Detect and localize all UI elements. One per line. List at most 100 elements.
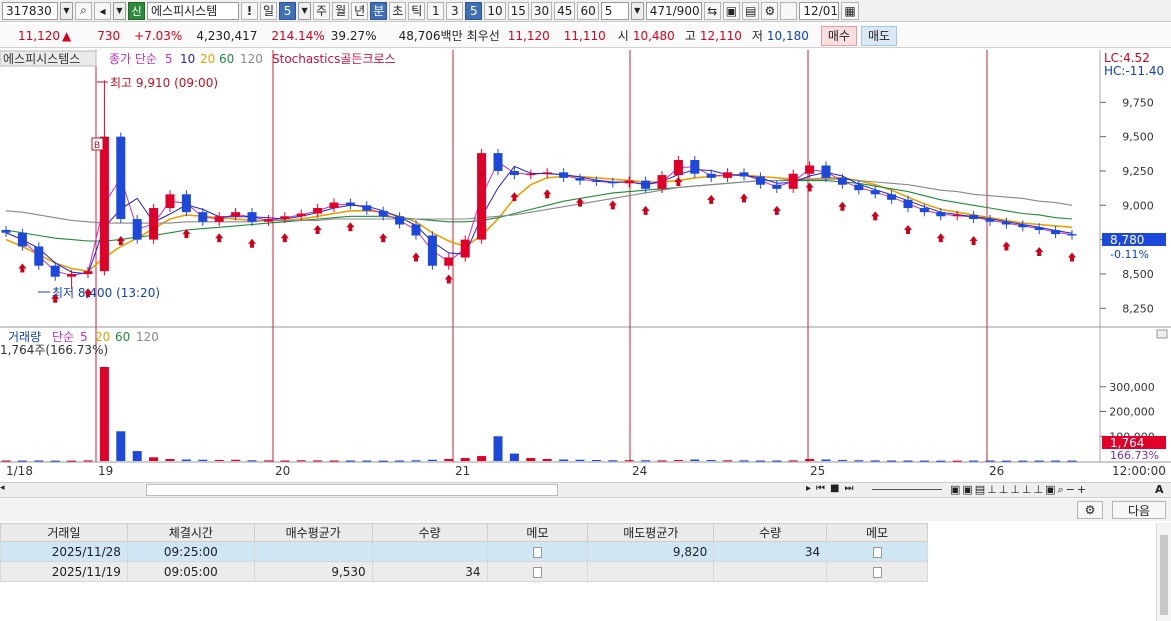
- col-buy-memo[interactable]: 메모: [486, 523, 589, 542]
- stock-name-field[interactable]: 에스피시스템: [147, 1, 239, 20]
- interval-1-button[interactable]: 1: [427, 1, 445, 20]
- up-arrow-icon: ▲: [62, 28, 72, 43]
- candle-body: [1, 230, 11, 233]
- candle-body: [395, 216, 405, 225]
- low-annotation: 최저 8,400 (13:20): [52, 286, 160, 300]
- scrollbar-thumb[interactable]: [146, 484, 558, 496]
- candle-body: [887, 194, 897, 200]
- current-change-label: -0.11%: [1110, 248, 1149, 261]
- period-month-button[interactable]: 월: [332, 1, 350, 20]
- alert-button[interactable]: !: [241, 1, 258, 20]
- candle-body: [1001, 221, 1011, 225]
- volume-bar: [903, 460, 913, 462]
- buy-button[interactable]: 매수: [820, 25, 857, 46]
- table-toolbar: ⚙ 다음: [0, 499, 1171, 521]
- stock-code-input[interactable]: 317830: [2, 1, 58, 20]
- table-scroll-thumb[interactable]: [1160, 535, 1168, 615]
- period-num-button[interactable]: 5: [279, 1, 297, 20]
- candle-body: [280, 216, 290, 220]
- col-buy-avg[interactable]: 매수평균가: [253, 523, 373, 542]
- interval-30-button[interactable]: 30: [530, 1, 553, 20]
- calendar-button[interactable]: ▦: [841, 1, 859, 20]
- compare-button[interactable]: ⇆: [703, 1, 721, 20]
- interval-60-button[interactable]: 60: [577, 1, 599, 20]
- x-tick-label: 21: [455, 464, 470, 478]
- period-minute-button[interactable]: 분: [370, 1, 388, 20]
- cell-sell-memo[interactable]: [826, 561, 928, 582]
- window-button[interactable]: ▣: [722, 1, 741, 20]
- scroll-left-icon[interactable]: ◂: [0, 483, 5, 493]
- volume-ratio-label: 166.73%: [1110, 449, 1159, 462]
- period-week-button[interactable]: 주: [313, 1, 331, 20]
- chart-scrollbar[interactable]: ◂ ▸⏮■⏭ ▣▣▤⊥⊥⊥⊥⊥▣⌕−+ A: [0, 482, 1171, 498]
- date-checkbox[interactable]: [780, 1, 798, 20]
- x-tick-label: 20: [275, 464, 290, 478]
- volume-bar: [641, 460, 651, 462]
- date-input[interactable]: 12/01: [799, 1, 840, 20]
- col-trade-date[interactable]: 거래일: [0, 523, 128, 542]
- settings-button[interactable]: ⚙: [761, 1, 779, 20]
- interval-45-button[interactable]: 45: [554, 1, 576, 20]
- save-button[interactable]: ▤: [742, 1, 760, 20]
- price-chart[interactable]: 9,7509,5009,2509,0008,7508,5008,250300,0…: [0, 50, 1171, 480]
- table-row[interactable]: 2025/11/28 09:25:00 9,820 34: [0, 541, 928, 562]
- interval-15-button[interactable]: 15: [507, 1, 529, 20]
- period-dropdown-button[interactable]: ▼: [298, 1, 312, 20]
- interval-5-button[interactable]: 5: [465, 1, 483, 20]
- candle-body: [723, 172, 733, 178]
- speaker-button[interactable]: ◂: [94, 1, 111, 20]
- text-tool-icon[interactable]: A: [1155, 483, 1164, 496]
- sell-button[interactable]: 매도: [861, 25, 898, 46]
- candle-body: [575, 177, 585, 181]
- period-tick-button[interactable]: 틱: [408, 1, 426, 20]
- interval-3-button[interactable]: 3: [446, 1, 464, 20]
- table-row[interactable]: 2025/11/19 09:05:00 9,530 34: [0, 561, 928, 582]
- cell-buy-memo[interactable]: [486, 561, 589, 582]
- memo-edit-icon[interactable]: [872, 546, 882, 558]
- candle-body: [542, 172, 552, 174]
- period-year-button[interactable]: 년: [351, 1, 369, 20]
- playback-controls[interactable]: ▸⏮■⏭: [806, 483, 858, 494]
- period-second-button[interactable]: 초: [389, 1, 407, 20]
- count-input[interactable]: 5: [600, 1, 629, 20]
- volume-bar: [723, 460, 733, 462]
- chart-area[interactable]: 9,7509,5009,2509,0008,7508,5008,250300,0…: [0, 50, 1171, 480]
- volume-bar: [34, 460, 44, 462]
- col-sell-qty[interactable]: 수량: [713, 523, 828, 542]
- memo-icon[interactable]: [872, 566, 882, 578]
- volume-bar: [854, 460, 864, 462]
- table-vertical-scrollbar[interactable]: [1156, 523, 1171, 621]
- interval-10-button[interactable]: 10: [484, 1, 506, 20]
- volume-bar: [67, 460, 77, 462]
- next-button[interactable]: 다음: [1112, 501, 1166, 519]
- volume-label: 거래량: [8, 330, 41, 344]
- speaker-dropdown-button[interactable]: ▼: [113, 1, 126, 20]
- search-button[interactable]: ⌕: [75, 1, 92, 20]
- chart-tool-icons[interactable]: ▣▣▤⊥⊥⊥⊥⊥▣⌕−+: [950, 483, 1088, 497]
- zoom-slider[interactable]: [872, 489, 942, 490]
- memo-edit-icon[interactable]: [532, 566, 542, 578]
- period-day-button[interactable]: 일: [260, 1, 278, 20]
- col-sell-avg[interactable]: 매도평균가: [587, 523, 715, 542]
- memo-icon[interactable]: [532, 546, 542, 558]
- cell-sell-memo[interactable]: [826, 541, 928, 562]
- col-buy-qty[interactable]: 수량: [371, 523, 488, 542]
- stock-code-value: 317830: [6, 3, 52, 18]
- cell-sell-avg: [587, 561, 715, 582]
- volume-bar: [231, 459, 241, 461]
- candle-body: [788, 173, 798, 189]
- candle-body: [805, 165, 815, 174]
- code-dropdown-button[interactable]: ▼: [60, 1, 73, 20]
- volume-bar: [181, 459, 191, 461]
- table-settings-button[interactable]: ⚙: [1077, 501, 1103, 519]
- volume-panel-toggle[interactable]: [1156, 329, 1168, 339]
- cell-buy-memo[interactable]: [486, 541, 589, 562]
- buy-marker-label: B: [94, 141, 100, 151]
- range-field[interactable]: 471/900: [645, 1, 702, 20]
- volume-bar: [116, 431, 126, 461]
- candle-body: [1018, 224, 1028, 228]
- col-sell-memo[interactable]: 메모: [826, 523, 928, 542]
- col-exec-time[interactable]: 체결시간: [126, 523, 255, 542]
- vol-ma-label: 단순: [52, 330, 74, 344]
- count-dropdown-button[interactable]: ▼: [630, 1, 644, 20]
